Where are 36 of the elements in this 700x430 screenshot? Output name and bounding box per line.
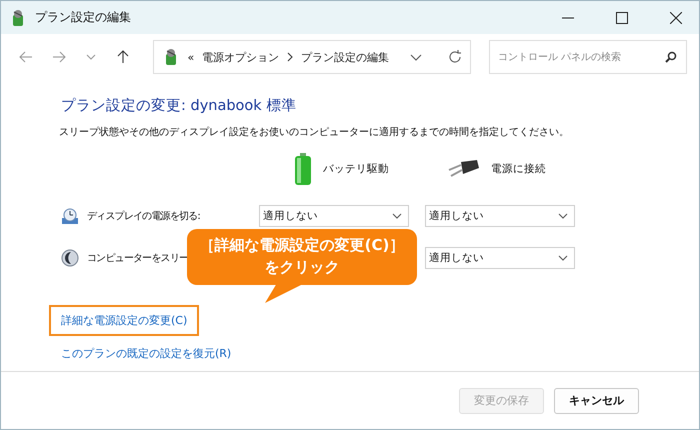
minimize-icon: [562, 16, 574, 18]
callout-text: をクリック: [264, 257, 340, 278]
page-heading: プラン設定の変更: dynabook 標準: [61, 96, 298, 115]
column-header: 電源に接続: [491, 162, 546, 176]
chevron-down-icon: [558, 213, 568, 219]
breadcrumb-item[interactable]: 電源オプション: [202, 50, 280, 64]
timeout-dropdown[interactable]: 適用しない: [425, 205, 575, 227]
timeout-dropdown[interactable]: 適用しない: [259, 205, 409, 227]
settings-link[interactable]: 詳細な電源設定の変更(C): [49, 305, 200, 336]
address-bar[interactable]: « 電源オプション プラン設定の編集: [152, 40, 471, 74]
timeout-dropdown[interactable]: 適用しない: [425, 247, 575, 269]
search-icon: [665, 51, 677, 63]
breadcrumb-item[interactable]: プラン設定の編集: [301, 50, 390, 64]
close-icon: [670, 12, 682, 24]
chevron-down-icon[interactable]: [410, 54, 422, 60]
window-title: プラン設定の編集: [35, 9, 132, 26]
chevron-down-icon: [392, 213, 402, 219]
column-header: バッテリ駆動: [323, 162, 389, 176]
maximize-icon: [616, 12, 628, 24]
chevron-down-icon: [558, 255, 568, 261]
description-text: スリープ状態やその他のディスプレイ設定をお使いのコンピューターに適用するまでの時間を指定してください。: [59, 126, 570, 139]
search-field[interactable]: コントロール パネルの検索: [489, 40, 687, 74]
chevron-down-icon: [86, 54, 96, 60]
back-arrow-icon: [19, 51, 34, 63]
cancel-button[interactable]: キャンセル: [554, 388, 639, 414]
monitor-clock-icon: [61, 207, 79, 225]
settings-link[interactable]: このプランの既定の設定を復元(R): [49, 338, 244, 369]
breadcrumb-overflow[interactable]: «: [188, 50, 194, 64]
setting-label: ディスプレイの電源を切る:: [87, 210, 200, 223]
up-arrow-icon: [117, 50, 130, 64]
refresh-icon[interactable]: [448, 50, 462, 64]
battery-icon: [293, 153, 313, 185]
moon-icon: [61, 249, 79, 267]
callout-text: ［詳細な電源設定の変更(C)］: [198, 235, 406, 256]
chevron-right-icon: [287, 52, 294, 62]
forward-arrow-icon: [52, 51, 66, 63]
